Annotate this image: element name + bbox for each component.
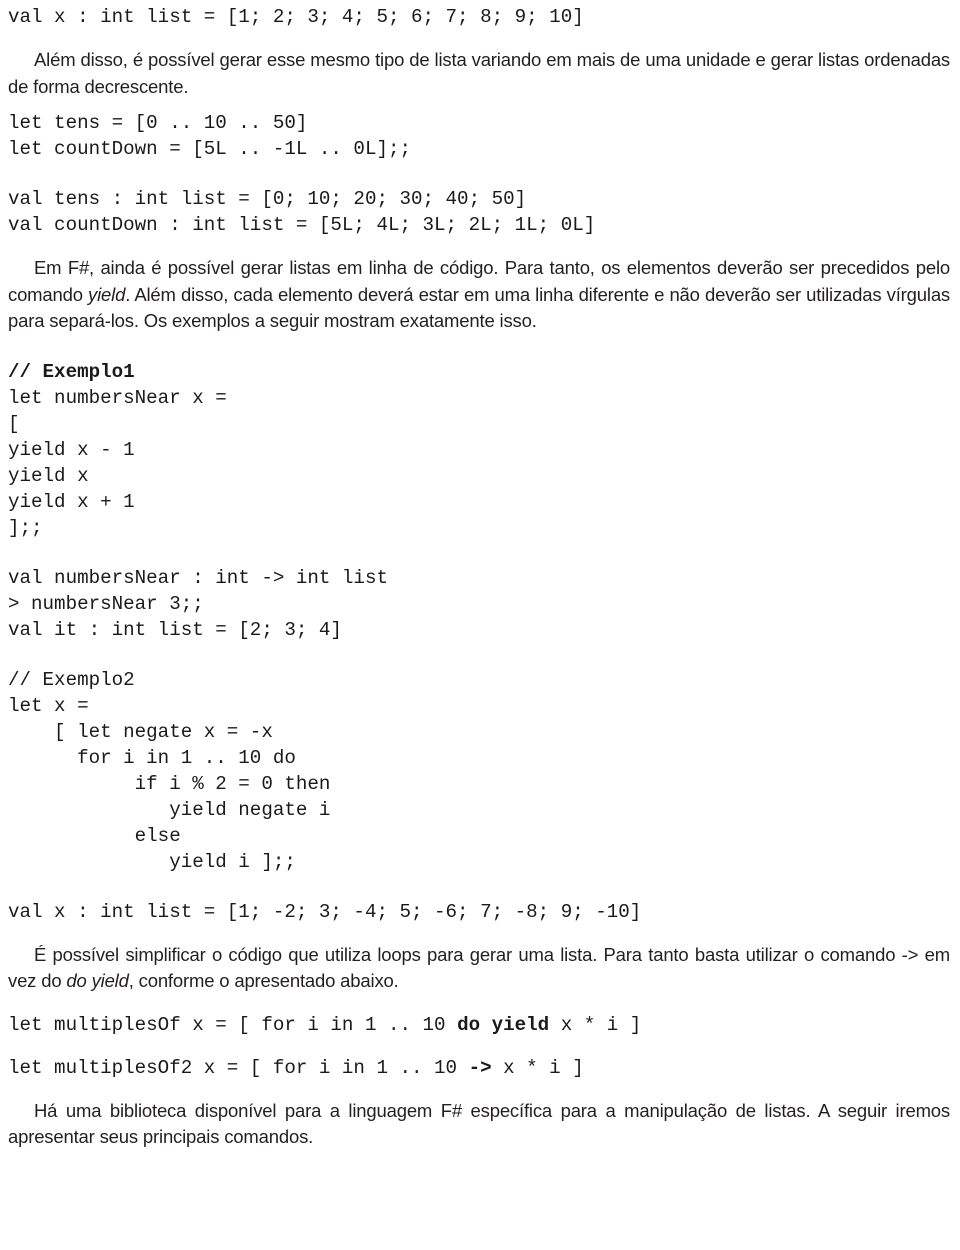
code-exemplo2-line-2: for i in 1 .. 10 do <box>8 746 296 769</box>
code-comment-exemplo1: // Exemplo1 <box>0 359 960 385</box>
code-exemplo1-line-1: [ <box>8 412 20 435</box>
paragraph-alem-disso: Além disso, é possível gerar esse mesmo … <box>0 47 960 100</box>
paragraph-biblioteca-text: Há uma biblioteca disponível para a ling… <box>8 1099 950 1148</box>
code-multiplesof-keyword: do yield <box>457 1013 550 1036</box>
code-exemplo1-line-4: yield x + 1 <box>8 490 135 513</box>
code-exemplo1-output-0: val numbersNear : int -> int list <box>8 566 388 589</box>
code-exemplo2-line-5: else <box>8 824 181 847</box>
code-comment-exemplo1-text: // Exemplo1 <box>8 360 135 383</box>
paragraph-simplificar-part2: , conforme o apresentado abaixo. <box>128 970 399 991</box>
code-multiplesof2-part1: let multiplesOf2 x = [ for i in 1 .. 10 <box>8 1056 469 1079</box>
code-comment-exemplo2: // Exemplo2 <box>8 668 135 691</box>
document-page: val x : int list = [1; 2; 3; 4; 5; 6; 7;… <box>0 0 960 1250</box>
code-line-let-countdown: let countDown = [5L .. -1L .. 0L];; <box>8 138 412 160</box>
code-multiplesof-part2: x * i ] <box>549 1013 642 1036</box>
code-exemplo2-output: val x : int list = [1; -2; 3; -4; 5; -6;… <box>8 900 642 923</box>
code-exemplo1-output-1: > numbersNear 3;; <box>8 592 204 615</box>
keyword-yield-italic: yield <box>88 283 126 305</box>
code-exemplo1-line-0: let numbersNear x = <box>8 386 227 409</box>
code-exemplo2-line-4: yield negate i <box>8 798 331 821</box>
code-line-multiplesof2: let multiplesOf2 x = [ for i in 1 .. 10 … <box>0 1055 960 1081</box>
code-line-val-countdown: val countDown : int list = [5L; 4L; 3L; … <box>8 214 596 236</box>
code-exemplo1-line-2: yield x - 1 <box>8 438 135 461</box>
paragraph-alem-disso-text: Além disso, é possível gerar esse mesmo … <box>8 49 950 97</box>
code-line-val-tens: val tens : int list = [0; 10; 20; 30; 40… <box>8 188 527 210</box>
paragraph-em-fsharp: Em F#, ainda é possível gerar listas em … <box>0 255 960 335</box>
code-multiplesof2-arrow: -> <box>468 1056 492 1079</box>
paragraph-em-fsharp-part2: . Além disso, cada elemento deverá estar… <box>8 283 950 332</box>
code-exemplo2-line-6: yield i ];; <box>8 850 296 873</box>
code-exemplo2-line-0: let x = <box>8 694 89 717</box>
paragraph-simplificar: É possível simplificar o código que util… <box>0 942 960 995</box>
keyword-do-yield-italic: do yield <box>66 970 129 991</box>
code-exemplo1-line-3: yield x <box>8 464 89 487</box>
code-exemplo2-line-3: if i % 2 = 0 then <box>8 772 331 795</box>
code-multiplesof-part1: let multiplesOf x = [ for i in 1 .. 10 <box>8 1013 458 1036</box>
code-line-val-x-range: val x : int list = [1; 2; 3; 4; 5; 6; 7;… <box>8 6 584 28</box>
code-line-multiplesof: let multiplesOf x = [ for i in 1 .. 10 d… <box>0 1012 960 1038</box>
code-exemplo1-output-2: val it : int list = [2; 3; 4] <box>8 618 342 641</box>
code-exemplo1-line-5: ];; <box>8 516 43 539</box>
code-exemplo2-line-1: [ let negate x = -x <box>8 720 273 743</box>
code-multiplesof2-part2: x * i ] <box>491 1056 584 1079</box>
paragraph-biblioteca: Há uma biblioteca disponível para a ling… <box>0 1098 960 1151</box>
code-line-let-tens: let tens = [0 .. 10 .. 50] <box>8 112 308 134</box>
